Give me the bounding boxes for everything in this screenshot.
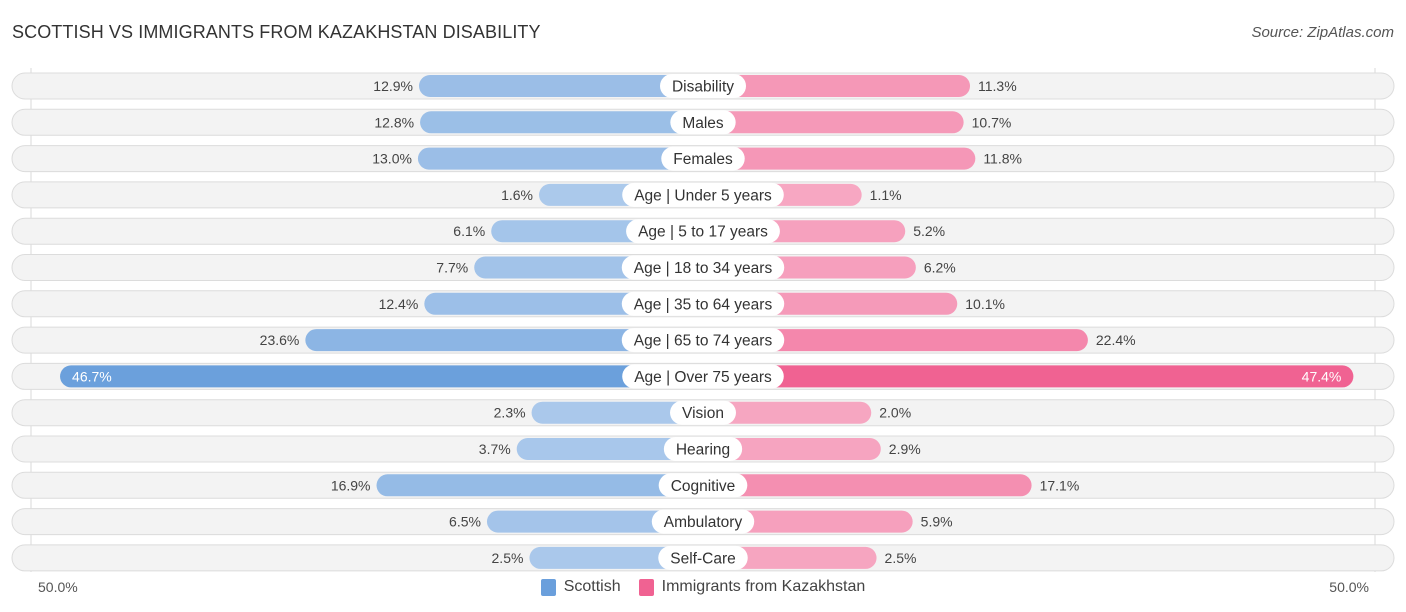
value-label-kazakhstan-females: 11.8% [983,151,1022,167]
legend-label-immigrants-kazakhstan: Immigrants from Kazakhstan [661,578,866,595]
value-label-scottish-age-over-75-years: 46.7% [72,368,112,384]
value-label-scottish-vision: 2.3% [494,405,526,421]
category-label-age-65-to-74-years: Age | 65 to 74 years [634,333,773,350]
value-label-scottish-age-under-5-years: 1.6% [501,187,533,203]
category-label-vision: Vision [682,405,724,422]
value-label-kazakhstan-age-under-5-years: 1.1% [870,187,902,203]
legend-item-scottish[interactable]: Scottish [540,578,621,596]
value-label-scottish-self-care: 2.5% [492,550,524,566]
value-label-kazakhstan-age-over-75-years: 47.4% [1302,368,1342,384]
bar-scottish-females [417,147,703,170]
legend-label-scottish: Scottish [563,578,621,595]
legend-swatch-scottish [540,578,556,596]
bar-kazakhstan-age-over-75-years [703,365,1354,388]
value-label-kazakhstan-vision: 2.0% [879,405,911,421]
legend-item-immigrants-kazakhstan[interactable]: Immigrants from Kazakhstan [638,578,866,596]
category-label-disability: Disability [672,79,734,96]
category-label-age-under-5-years: Age | Under 5 years [634,187,772,204]
value-label-kazakhstan-hearing: 2.9% [889,441,921,457]
bar-scottish-males [420,111,703,134]
value-label-kazakhstan-self-care: 2.5% [885,550,917,566]
value-label-scottish-age-5-to-17-years: 6.1% [453,223,485,239]
value-label-kazakhstan-ambulatory: 5.9% [921,514,953,530]
category-label-age-over-75-years: Age | Over 75 years [634,369,772,386]
category-label-females: Females [673,151,733,168]
value-label-scottish-females: 13.0% [372,151,412,167]
value-label-scottish-age-18-to-34-years: 7.7% [436,260,468,276]
value-label-kazakhstan-age-65-to-74-years: 22.4% [1096,332,1136,348]
category-label-age-18-to-34-years: Age | 18 to 34 years [634,260,773,277]
value-label-kazakhstan-disability: 11.3% [978,78,1017,94]
bar-scottish-age-over-75-years [60,365,703,388]
category-label-age-5-to-17-years: Age | 5 to 17 years [638,224,768,241]
category-label-males: Males [682,115,724,132]
legend: Scottish Immigrants from Kazakhstan [0,578,1406,596]
value-label-scottish-cognitive: 16.9% [331,477,371,493]
value-label-scottish-disability: 12.9% [373,78,413,94]
value-label-kazakhstan-cognitive: 17.1% [1040,477,1080,493]
bar-kazakhstan-males [703,111,964,134]
value-label-kazakhstan-age-35-to-64-years: 10.1% [965,296,1005,312]
legend-swatch-immigrants-kazakhstan [638,578,654,596]
bar-kazakhstan-cognitive [703,474,1032,497]
value-label-kazakhstan-age-5-to-17-years: 5.2% [913,223,945,239]
value-label-kazakhstan-age-18-to-34-years: 6.2% [924,260,956,276]
value-label-scottish-ambulatory: 6.5% [449,514,481,530]
value-label-scottish-hearing: 3.7% [479,441,511,457]
value-label-kazakhstan-males: 10.7% [972,114,1012,130]
category-label-self-care: Self-Care [670,550,735,567]
category-label-ambulatory: Ambulatory [664,514,743,531]
bar-scottish-cognitive [376,474,703,497]
category-label-age-35-to-64-years: Age | 35 to 64 years [634,296,773,313]
category-label-hearing: Hearing [676,442,730,459]
diverging-bar-chart: 12.9% 11.3% Disability 12.8% 10.7% Males 13.0%… [11,68,1395,572]
category-label-cognitive: Cognitive [671,478,736,495]
value-label-scottish-age-65-to-74-years: 23.6% [260,332,300,348]
value-label-scottish-age-35-to-64-years: 12.4% [379,296,419,312]
value-label-scottish-males: 12.8% [374,114,414,130]
